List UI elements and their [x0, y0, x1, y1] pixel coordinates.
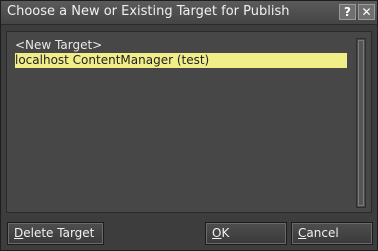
delete-target-button[interactable]: Delete Target	[7, 222, 104, 245]
delete-target-mnemonic: D	[14, 226, 24, 240]
title-bar: Choose a New or Existing Target for Publ…	[1, 1, 377, 25]
help-icon[interactable]: ?	[339, 4, 356, 20]
cancel-button[interactable]: Cancel	[291, 222, 373, 245]
delete-target-label: elete Target	[23, 226, 95, 240]
publish-target-dialog: Choose a New or Existing Target for Publ…	[0, 0, 378, 251]
scrollbar-thumb[interactable]	[358, 40, 364, 206]
vertical-scrollbar[interactable]	[356, 38, 366, 208]
list-item-localhost-contentmanager[interactable]: localhost ContentManager (test)	[15, 53, 347, 68]
cancel-label: ancel	[306, 226, 339, 240]
dialog-title: Choose a New or Existing Target for Publ…	[7, 4, 290, 19]
ok-label: K	[221, 226, 230, 240]
list-item-new-target[interactable]: <New Target>	[15, 38, 102, 53]
close-icon[interactable]: ✕	[358, 4, 375, 20]
target-list[interactable]: <New Target> localhost ContentManager (t…	[6, 31, 372, 213]
ok-button[interactable]: OK	[205, 222, 287, 245]
